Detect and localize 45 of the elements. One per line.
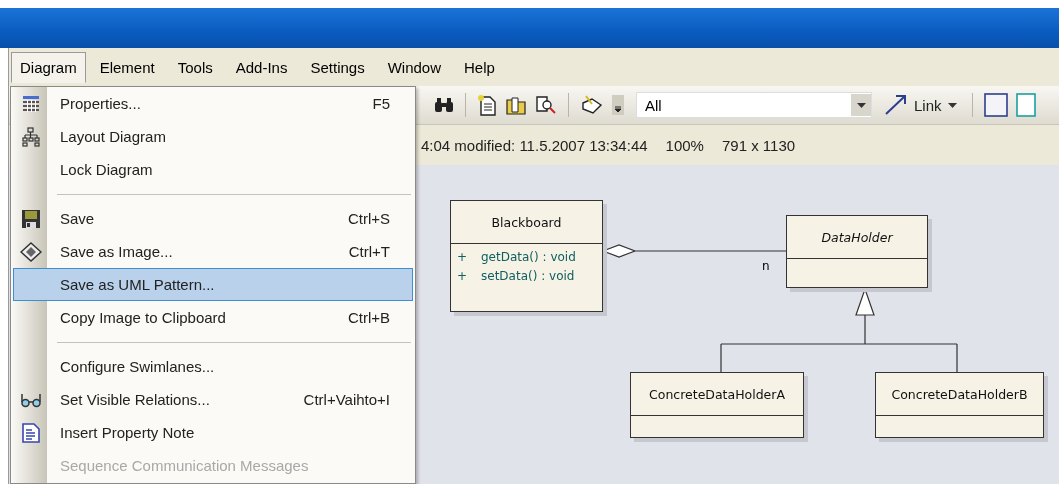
document-search-icon[interactable] — [535, 95, 557, 115]
multiplicity-label: n — [762, 259, 770, 273]
menu-item[interactable]: Insert Property Note — [13, 416, 413, 449]
menu-item[interactable]: Set Visible Relations... Ctrl+Vaihto+I — [13, 383, 413, 416]
overflow-chevron-icon[interactable] — [612, 95, 624, 115]
menu-bar-item[interactable]: Element — [90, 51, 164, 83]
diagram-info-text: 100% — [665, 136, 704, 154]
link-button[interactable]: Link — [880, 94, 961, 116]
class-name: Blackboard — [491, 214, 562, 230]
menu-item[interactable]: Configure Swimlanes... — [13, 350, 413, 383]
dropdown-arrow-icon — [856, 102, 866, 108]
class-name: DataHolder — [821, 229, 893, 245]
filter-dropdown[interactable]: All — [636, 92, 872, 118]
menu-bar-item[interactable]: Help — [455, 51, 504, 83]
new-document-icon[interactable] — [477, 94, 497, 116]
menu-item[interactable]: Save as Image... Ctrl+T — [13, 235, 413, 268]
document-icon — [22, 422, 40, 443]
operation-text: setData() : void — [481, 268, 575, 285]
grid-icon — [22, 94, 40, 113]
diagram-info-text: 791 x 1130 — [721, 136, 796, 154]
menu-bar-item[interactable]: Window — [378, 51, 450, 83]
hierarchy-icon — [22, 126, 40, 147]
diagram-info-text: 4:04 modified: 11.5.2007 13:34:44 — [421, 136, 648, 154]
menu-bar-item[interactable]: Settings — [301, 51, 374, 83]
class-name: ConcreteDataHolderA — [649, 386, 785, 402]
menu-bar-item[interactable]: Tools — [168, 51, 222, 83]
menu-item[interactable]: Save as UML Pattern... — [13, 268, 413, 301]
caret-icon — [947, 102, 957, 108]
menu-item[interactable]: Lock Diagram — [13, 153, 413, 186]
binoculars-icon[interactable] — [434, 97, 454, 113]
square-icon[interactable] — [983, 93, 1008, 117]
menu-bar-item[interactable]: Diagram — [11, 51, 86, 83]
visibility-mark: + — [457, 268, 469, 285]
class-name: ConcreteDataHolderB — [891, 386, 1028, 402]
menu-item[interactable]: Copy Image to Clipboard Ctrl+B — [13, 301, 413, 334]
menu-bar-item[interactable]: Add-Ins — [226, 51, 297, 83]
note-icon[interactable] — [1015, 93, 1036, 117]
operation-text: getData() : void — [481, 249, 576, 266]
visibility-mark: + — [457, 249, 469, 266]
diagonal-arrow-icon — [884, 94, 908, 116]
menu-item[interactable]: Layout Diagram — [13, 120, 413, 153]
menu-item[interactable]: Save Ctrl+S — [13, 202, 413, 235]
folder-icon[interactable] — [505, 95, 527, 115]
glasses-icon — [20, 391, 42, 408]
menu-item[interactable]: Properties... F5 — [13, 87, 413, 120]
